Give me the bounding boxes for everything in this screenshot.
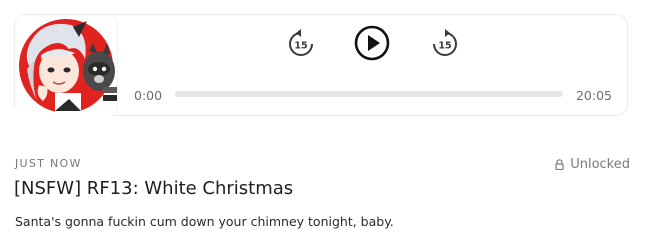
skip-forward-label: 15 bbox=[438, 41, 451, 52]
post-title[interactable]: [NSFW] RF13: White Christmas bbox=[14, 178, 293, 199]
post-description: Santa's gonna fuckin cum down your chimn… bbox=[15, 214, 394, 229]
skip-back-15-icon: 15 bbox=[289, 29, 313, 56]
skip-back-15-button[interactable]: 15 bbox=[287, 28, 315, 62]
skip-back-label: 15 bbox=[294, 41, 307, 52]
cover-art bbox=[15, 15, 118, 117]
progress-scrubber[interactable] bbox=[175, 91, 563, 97]
access-status-label: Unlocked bbox=[570, 157, 630, 172]
play-button[interactable] bbox=[354, 25, 390, 65]
post-timestamp: JUST NOW bbox=[15, 157, 82, 170]
current-time: 0:00 bbox=[134, 88, 163, 103]
access-status: Unlocked bbox=[555, 157, 630, 172]
lock-icon bbox=[555, 159, 564, 170]
skip-forward-15-button[interactable]: 15 bbox=[431, 28, 459, 62]
skip-forward-15-icon: 15 bbox=[433, 29, 457, 56]
play-icon bbox=[354, 25, 390, 61]
playback-controls: 15 15 bbox=[287, 25, 487, 65]
audio-player: 15 15 0:00 20:05 bbox=[14, 14, 628, 117]
duration: 20:05 bbox=[575, 88, 612, 103]
